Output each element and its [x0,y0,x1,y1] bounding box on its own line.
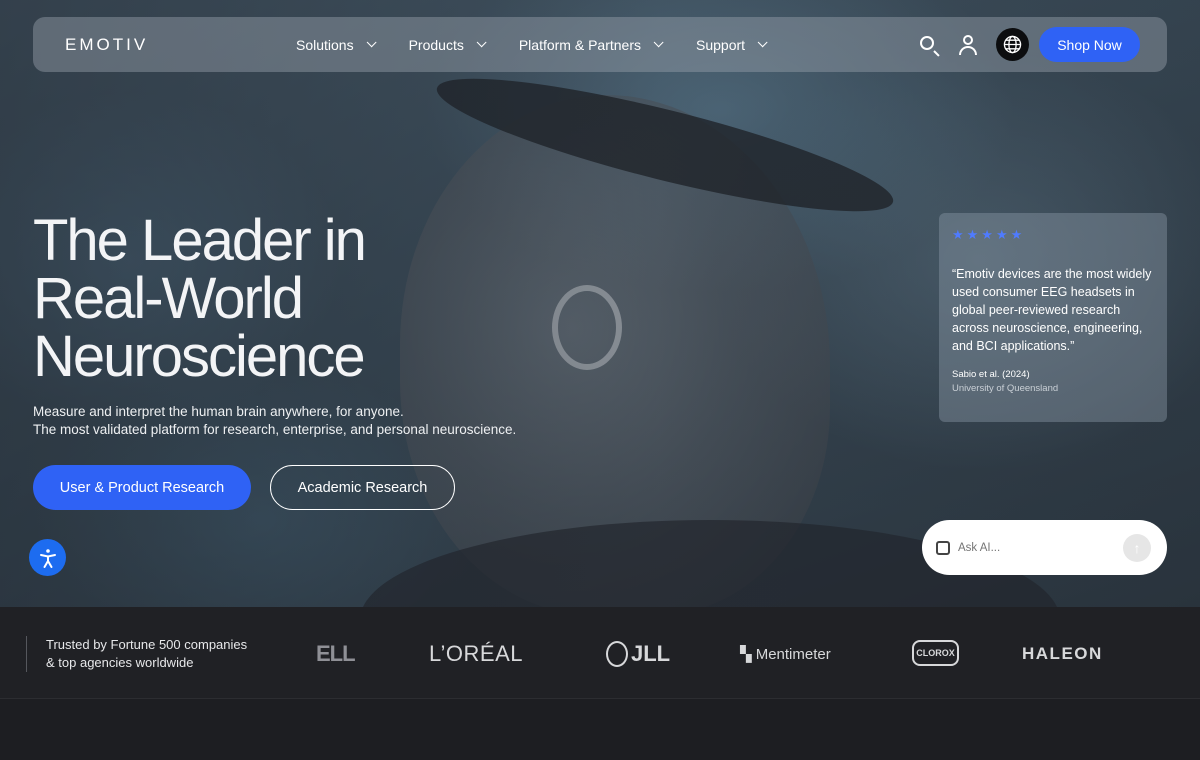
headline-line: Real-World [33,266,304,331]
chevron-down-icon [366,37,377,48]
jll-logo: JLL [606,641,670,667]
headline-line: The Leader in [33,208,367,273]
trusted-by-text: Trusted by Fortune 500 companies & top a… [46,636,247,672]
ask-ai-input[interactable] [958,541,1118,554]
chevron-down-icon [757,37,768,48]
divider [26,636,27,672]
nav-item-label: Products [408,36,464,53]
chevron-down-icon [476,37,487,48]
mentimeter-logo: ▚ Mentimeter [740,645,831,663]
accessibility-icon[interactable] [29,539,66,576]
hero-subcopy: Measure and interpret the human brain an… [33,403,516,439]
user-product-research-button[interactable]: User & Product Research [33,465,251,510]
trusted-by-bar: Trusted by Fortune 500 companies & top a… [0,607,1200,699]
testimonial-quote: “Emotiv devices are the most widely used… [952,267,1152,353]
search-icon[interactable] [918,34,940,56]
nav-item-platform-partners[interactable]: Platform & Partners [518,36,664,53]
user-icon[interactable] [957,34,979,56]
globe-icon[interactable] [996,28,1029,61]
emotiv-logo[interactable]: EMOTIV [65,35,148,55]
rating-stars: ★★★★★ [952,227,1026,242]
ai-chat-icon [936,540,950,555]
headline-line: Neuroscience [33,324,366,389]
chevron-down-icon [653,37,664,48]
subcopy-line: Measure and interpret the human brain an… [33,404,404,419]
clorox-logo: CLOROX [912,640,959,666]
trusted-by-line: Trusted by Fortune 500 companies [46,637,248,652]
nav-item-label: Support [696,36,746,53]
loreal-logo: L’ORÉAL [429,641,523,666]
nav-item-label: Platform & Partners [518,36,641,53]
nav-item-support[interactable]: Support [696,36,768,53]
page-continuation [0,699,1200,760]
subcopy-line: The most validated platform for research… [33,422,517,437]
nav-item-solutions[interactable]: Solutions [296,36,377,53]
nav-menu: Solutions Products Platform & Partners S… [296,17,800,72]
haleon-logo: HALEON [1022,644,1103,663]
mentimeter-wordmark: Mentimeter [755,646,831,663]
academic-research-button[interactable]: Academic Research [270,465,455,510]
testimonial-organization: University of Queensland [952,383,1059,394]
nav-item-label: Solutions [296,36,354,53]
hero-headline: The Leader in Real-World Neuroscience [33,212,593,386]
jll-wordmark: JLL [631,641,671,666]
jll-ring-icon [606,641,628,667]
top-navbar: EMOTIV Solutions Products Platform & Par… [33,17,1167,72]
testimonial-card: ★★★★★ “Emotiv devices are the most widel… [939,213,1167,422]
ask-ai-widget: ↑ [922,520,1167,575]
send-arrow-icon[interactable]: ↑ [1123,534,1151,562]
testimonial-author: Sabio et al. (2024) [952,369,1030,380]
mentimeter-mark-icon: ▚ [740,646,756,663]
nav-item-products[interactable]: Products [408,36,487,53]
dell-logo: ELL [316,641,356,666]
shop-now-button[interactable]: Shop Now [1039,27,1140,62]
trusted-by-line: & top agencies worldwide [46,655,194,670]
nav-actions: Shop Now [918,17,1140,72]
